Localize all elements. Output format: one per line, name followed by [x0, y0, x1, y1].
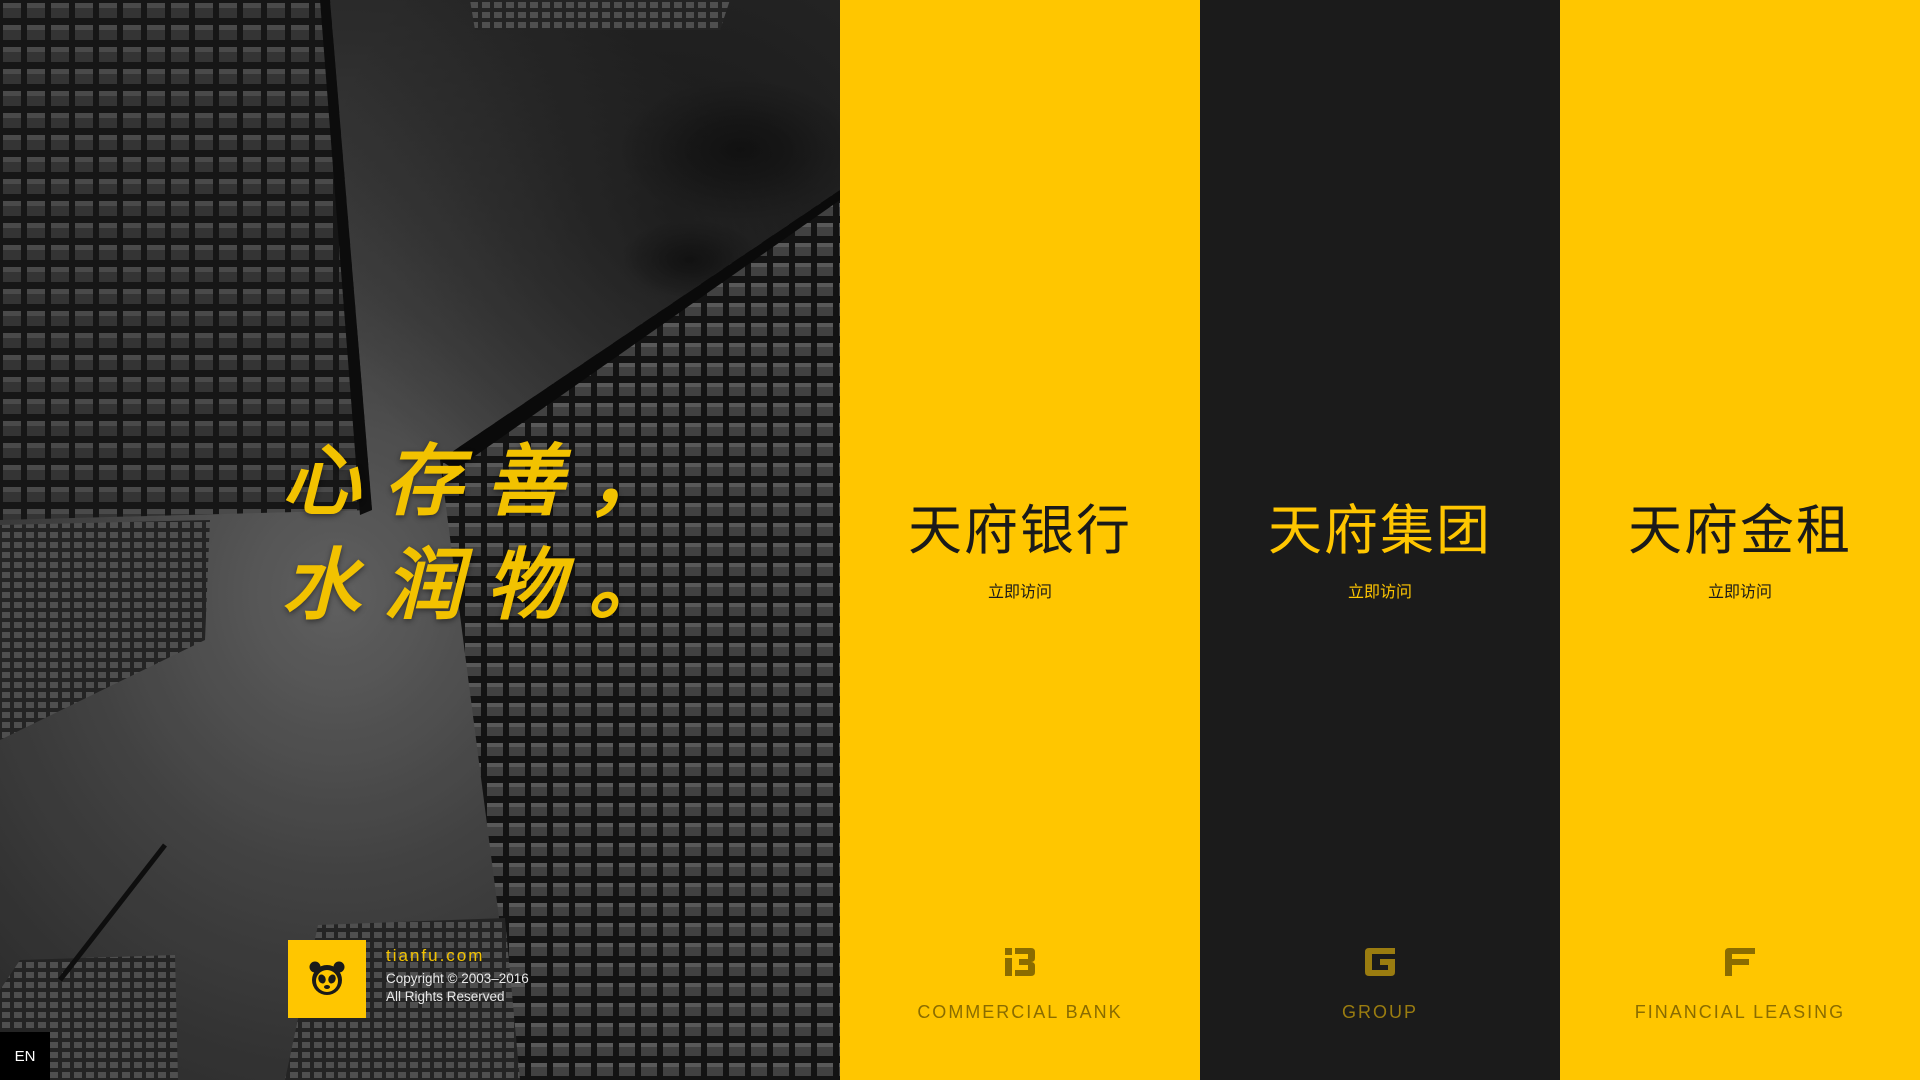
landing-page: 心存善， 水润物。 tianfu.com Copyright © 2003–20…: [0, 0, 1920, 1080]
panda-icon[interactable]: [288, 940, 366, 1018]
bank-monogram-icon: [1005, 948, 1035, 976]
column-financial-leasing[interactable]: 天府金租 立即访问 FINANCIAL LEASING: [1560, 0, 1920, 1080]
brand-footer: tianfu.com Copyright © 2003–2016 All Rig…: [288, 940, 529, 1018]
slogan-line-2: 水润物。: [282, 540, 691, 631]
slogan-line-1: 心存善，: [282, 436, 691, 527]
brand-domain[interactable]: tianfu.com: [386, 946, 529, 966]
visit-link[interactable]: 立即访问: [1200, 582, 1560, 602]
column-commercial-bank[interactable]: 天府银行 立即访问 COMMERCIAL BANK: [840, 0, 1200, 1080]
column-title[interactable]: 天府金租: [1560, 496, 1920, 566]
column-subtitle: COMMERCIAL BANK: [917, 1002, 1123, 1022]
brand-text: tianfu.com Copyright © 2003–2016 All Rig…: [386, 946, 529, 1006]
column-title[interactable]: 天府银行: [840, 496, 1200, 566]
hero-panel: 心存善， 水润物。 tianfu.com Copyright © 2003–20…: [0, 0, 840, 1080]
language-toggle-button[interactable]: EN: [0, 1032, 50, 1080]
hero-slogan: 心存善， 水润物。: [282, 430, 690, 638]
copyright-line: Copyright © 2003–2016: [386, 971, 529, 986]
rights-line: All Rights Reserved: [386, 989, 505, 1004]
column-subtitle: FINANCIAL LEASING: [1634, 1002, 1846, 1022]
group-monogram-icon: [1365, 948, 1395, 976]
visit-link[interactable]: 立即访问: [1560, 582, 1920, 602]
column-title[interactable]: 天府集团: [1200, 496, 1560, 566]
leasing-monogram-icon: [1725, 948, 1755, 976]
column-subtitle: GROUP: [1341, 1002, 1418, 1022]
column-group[interactable]: 天府集团 立即访问 GROUP: [1200, 0, 1560, 1080]
visit-link[interactable]: 立即访问: [840, 582, 1200, 602]
